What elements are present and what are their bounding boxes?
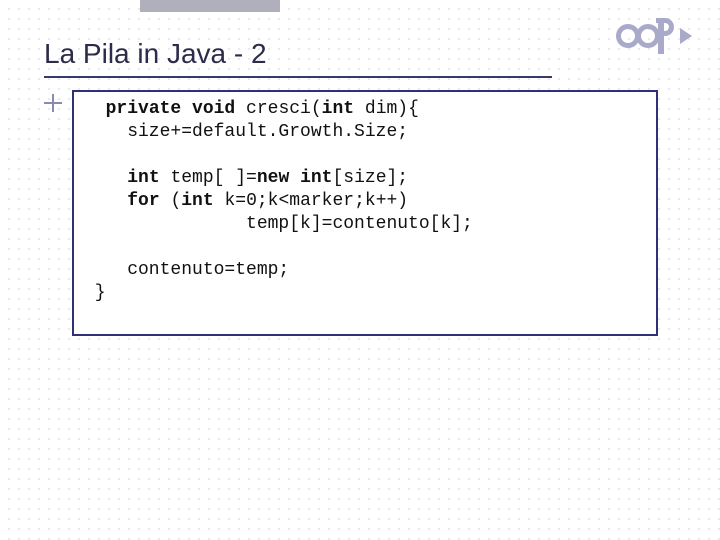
code-content: private void cresci(int dim){ size+=defa…	[84, 98, 646, 305]
oop-logo	[616, 18, 692, 54]
code-kw-int: int	[181, 191, 224, 211]
slide-title: La Pila in Java - 2	[44, 38, 267, 70]
code-kw-int: int	[127, 168, 170, 188]
corner-cross-icon	[44, 94, 62, 112]
top-accent-bar	[140, 0, 280, 12]
code-indent	[84, 168, 127, 188]
code-text: dim){	[365, 99, 419, 119]
code-indent	[84, 191, 127, 211]
code-line: temp[k]=contenuto[k];	[84, 214, 473, 234]
code-kw-for: for	[127, 191, 170, 211]
code-text: cresci(	[246, 99, 322, 119]
logo-letter-p	[656, 18, 676, 54]
code-text: (	[170, 191, 181, 211]
logo-arrow-icon	[680, 28, 692, 44]
title-underline	[44, 76, 552, 78]
code-text: k=0;k<marker;k++)	[224, 191, 408, 211]
code-kw-int: int	[322, 99, 365, 119]
code-text: [size];	[332, 168, 408, 188]
code-indent	[84, 99, 106, 119]
code-line: size+=default.Growth.Size;	[84, 122, 408, 142]
code-text: temp[ ]=	[170, 168, 256, 188]
code-kw-new-int: new int	[257, 168, 333, 188]
code-line: }	[84, 283, 106, 303]
code-line: contenuto=temp;	[84, 260, 289, 280]
code-kw-private-void: private void	[106, 99, 246, 119]
code-block: private void cresci(int dim){ size+=defa…	[72, 90, 658, 336]
